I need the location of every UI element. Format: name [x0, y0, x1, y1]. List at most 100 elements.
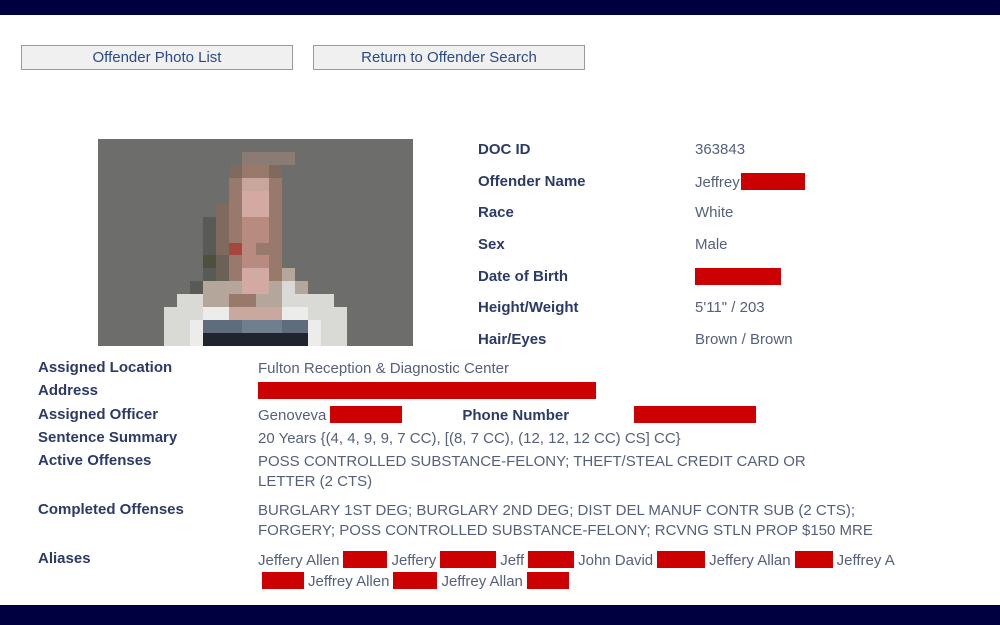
mugshot-pixel: [373, 281, 387, 295]
mugshot-pixel: [373, 255, 387, 269]
mugshot-pixel: [203, 255, 217, 269]
mugshot-pixel: [216, 203, 230, 217]
mugshot-pixel: [124, 139, 138, 152]
alias-name: Jeff: [500, 552, 525, 570]
mugshot-pixel: [281, 177, 295, 191]
mugshot-pixel: [203, 268, 217, 282]
mugshot-pixel: [360, 164, 374, 178]
mugshot-pixel: [347, 216, 361, 230]
mugshot-pixel: [137, 203, 151, 217]
summary-field-label: Height/Weight: [478, 299, 579, 317]
summary-field-text: 363843: [695, 141, 746, 158]
return-to-offender-search-button[interactable]: Return to Offender Search: [313, 45, 585, 70]
mugshot-pixel: [176, 294, 190, 308]
mugshot-pixel: [360, 281, 374, 295]
mugshot-pixel: [308, 268, 322, 282]
mugshot-pixel: [373, 294, 387, 308]
summary-field-value: Jeffrey: [695, 172, 805, 191]
mugshot-pixel: [242, 255, 256, 269]
mugshot-pixel: [124, 268, 138, 282]
mugshot-pixel: [111, 203, 125, 217]
mugshot-pixel: [189, 294, 203, 308]
alias-name: Jeffrey Allen: [308, 573, 390, 591]
mugshot-pixel: [399, 229, 413, 243]
mugshot-pixel: [203, 203, 217, 217]
mugshot-pixel: [255, 229, 269, 243]
mugshot-pixel: [294, 255, 308, 269]
mugshot-pixel: [386, 190, 400, 204]
mugshot-pixel: [308, 139, 322, 152]
mugshot-pixel: [150, 255, 164, 269]
mugshot-pixel: [360, 151, 374, 165]
mugshot-pixel: [242, 151, 256, 165]
mugshot-pixel: [334, 164, 348, 178]
mugshot-pixel: [360, 177, 374, 191]
mugshot-pixel: [255, 203, 269, 217]
mugshot-pixel: [399, 320, 413, 334]
mugshot-pixel: [98, 255, 112, 269]
mugshot-pixel: [386, 151, 400, 165]
mugshot-pixel: [347, 229, 361, 243]
mugshot-pixel: [176, 164, 190, 178]
redaction-bar-alias: [794, 551, 833, 569]
mugshot-pixel: [255, 242, 269, 256]
mugshot-pixel: [334, 229, 348, 243]
mugshot-pixel: [124, 281, 138, 295]
address-value-redacted: [258, 382, 978, 402]
mugshot-pixel: [308, 294, 322, 308]
mugshot-pixel: [386, 268, 400, 282]
assigned-officer-label: Assigned Officer: [38, 405, 159, 423]
mugshot-pixel: [281, 229, 295, 243]
summary-field-label: Race: [478, 204, 514, 222]
summary-field-label: Sex: [478, 236, 505, 254]
mugshot-pixel: [176, 281, 190, 295]
mugshot-pixel: [373, 190, 387, 204]
mugshot-pixel: [124, 216, 138, 230]
aliases-row: Aliases Jeffery Allen Jeffery Jeff John Dav…: [38, 550, 978, 592]
mugshot-pixel: [281, 151, 295, 165]
top-navy-bar: [0, 0, 1000, 15]
summary-field-text: Brown / Brown: [695, 331, 793, 349]
mugshot-pixel: [111, 164, 125, 178]
mugshot-pixel: [268, 294, 282, 308]
mugshot-pixel: [229, 190, 243, 204]
mugshot-pixel: [268, 242, 282, 256]
mugshot-pixel: [255, 139, 269, 152]
mugshot-pixel: [242, 139, 256, 152]
redaction-bar-alias: [526, 572, 569, 590]
mugshot-pixel: [189, 255, 203, 269]
summary-field-label: DOC ID: [478, 141, 531, 158]
mugshot-pixel: [150, 294, 164, 308]
mugshot-pixel: [308, 151, 322, 165]
mugshot-pixel: [255, 177, 269, 191]
mugshot-pixel: [150, 190, 164, 204]
mugshot-pixel: [334, 255, 348, 269]
mugshot-pixel: [308, 203, 322, 217]
mugshot-pixel: [347, 255, 361, 269]
mugshot-pixel: [189, 320, 203, 334]
mugshot-pixel: [203, 139, 217, 152]
aliases-label: Aliases: [38, 550, 91, 568]
mugshot-pixel: [347, 203, 361, 217]
mugshot-pixel: [229, 320, 243, 334]
completed-offenses-row: Completed Offenses BURGLARY 1ST DEG; BUR…: [38, 501, 978, 540]
mugshot-pixel: [281, 190, 295, 204]
aliases-line-1: Jeffery Allen Jeffery Jeff John David Jeffer…: [258, 550, 938, 571]
mugshot-pixel: [281, 333, 295, 346]
alias-name: Jeffery Allen: [258, 552, 340, 570]
mugshot-pixel: [216, 320, 230, 334]
mugshot-pixel: [137, 164, 151, 178]
mugshot-pixel: [255, 333, 269, 346]
summary-field-value: 5'11" / 203: [695, 299, 765, 316]
offender-photo-list-button[interactable]: Offender Photo List: [21, 45, 293, 70]
mugshot-pixel: [163, 333, 177, 346]
mugshot-pixel: [163, 255, 177, 269]
mugshot-pixel: [321, 320, 335, 334]
mugshot-pixel: [137, 151, 151, 165]
mugshot-pixel: [137, 229, 151, 243]
mugshot-pixel: [124, 333, 138, 346]
mugshot-pixel: [189, 229, 203, 243]
mugshot-pixel: [150, 164, 164, 178]
mugshot-pixel: [176, 333, 190, 346]
mugshot-pixel: [203, 164, 217, 178]
